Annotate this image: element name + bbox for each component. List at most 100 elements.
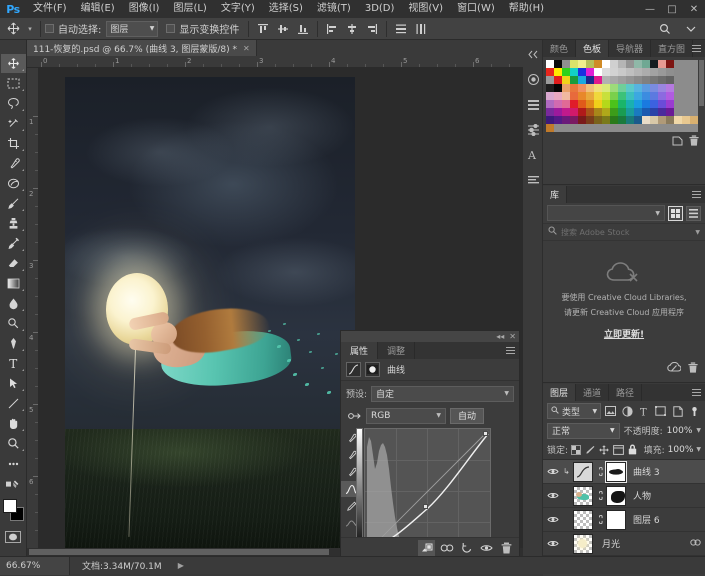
color-swatch[interactable] [554, 76, 562, 84]
color-swatch[interactable] [586, 60, 594, 68]
tab-paths[interactable]: 路径 [609, 384, 643, 401]
panel-title-bar[interactable]: ◂◂ ✕ [341, 331, 519, 342]
color-swatch[interactable] [594, 68, 602, 76]
color-swatch[interactable] [690, 124, 698, 132]
color-swatch[interactable] [634, 68, 642, 76]
chevron-down-icon[interactable]: ▼ [696, 427, 701, 434]
collapse-icon[interactable]: ◂◂ [496, 332, 504, 341]
color-swatch[interactable] [642, 76, 650, 84]
color-swatch[interactable] [618, 124, 626, 132]
history-rail-icon[interactable] [523, 94, 543, 115]
layer-list[interactable]: ↳ 曲线 3 人物 图层 6 月光 [543, 459, 705, 556]
tool-brush[interactable] [1, 194, 26, 213]
tool-crop[interactable] [1, 134, 26, 153]
swatch-grid-wrapper[interactable] [543, 57, 705, 132]
color-swatch[interactable] [674, 124, 682, 132]
color-swatch[interactable] [546, 116, 554, 124]
color-swatch[interactable] [682, 124, 690, 132]
align-right-edges-icon[interactable] [363, 20, 381, 38]
menu-layer[interactable]: 图层(L) [166, 0, 213, 18]
color-swatch[interactable] [554, 84, 562, 92]
color-swatch[interactable] [634, 108, 642, 116]
auto-select-checkbox[interactable] [45, 24, 54, 33]
fill-value[interactable]: 100% [668, 445, 694, 455]
layer-name[interactable]: 图层 6 [633, 513, 660, 526]
zoom-level-field[interactable]: 66.67% [0, 556, 70, 575]
color-swatch[interactable] [610, 76, 618, 84]
color-swatch[interactable] [570, 76, 578, 84]
tool-move[interactable] [0, 54, 26, 73]
table-row[interactable]: 图层 6 [543, 508, 705, 532]
color-swatch[interactable] [642, 108, 650, 116]
tool-hand[interactable] [1, 414, 26, 433]
color-swatch[interactable] [546, 100, 554, 108]
color-swatch[interactable] [610, 100, 618, 108]
tab-adjustments[interactable]: 调整 [378, 342, 416, 359]
color-swatch[interactable] [570, 124, 578, 132]
maximize-button[interactable]: □ [661, 0, 683, 18]
layer-mask-icon[interactable] [365, 362, 380, 377]
tool-type[interactable]: T [1, 354, 26, 373]
color-swatch[interactable] [586, 108, 594, 116]
color-swatch[interactable] [602, 108, 610, 116]
color-swatch[interactable] [594, 84, 602, 92]
auto-select-scope-dropdown[interactable]: 图层 ▼ [106, 20, 159, 37]
layer-mask-thumbnail[interactable] [605, 460, 627, 483]
color-swatch[interactable] [642, 68, 650, 76]
color-swatch[interactable] [682, 108, 690, 116]
color-swatch[interactable] [594, 108, 602, 116]
minimize-button[interactable]: — [639, 0, 661, 18]
shape-filter-icon[interactable] [654, 403, 668, 419]
blend-mode-dropdown[interactable]: 正常 ▼ [547, 422, 620, 439]
chevron-down-icon[interactable]: ▼ [696, 446, 701, 453]
color-swatch[interactable] [642, 60, 650, 68]
color-swatch[interactable] [626, 100, 634, 108]
adjustments-rail-icon[interactable] [523, 119, 543, 140]
tool-path-selection[interactable] [1, 374, 26, 393]
grid-view-icon[interactable] [668, 205, 683, 221]
color-swatch[interactable] [546, 108, 554, 116]
color-swatch[interactable] [658, 60, 666, 68]
color-swatch[interactable] [626, 76, 634, 84]
color-swatch[interactable] [674, 68, 682, 76]
lock-artboard-icon[interactable] [612, 443, 624, 456]
lock-image-pixels-icon[interactable] [585, 443, 596, 456]
color-swatch[interactable] [618, 108, 626, 116]
color-swatch[interactable] [626, 60, 634, 68]
table-row[interactable]: 人物 [543, 484, 705, 508]
color-swatch-control[interactable] [1, 498, 26, 524]
color-swatch[interactable] [570, 84, 578, 92]
color-swatch[interactable] [626, 68, 634, 76]
color-swatch[interactable] [690, 108, 698, 116]
table-row[interactable]: 月光 [543, 532, 705, 556]
workspace-switcher-icon[interactable] [682, 20, 700, 38]
adjustment-filter-icon[interactable] [621, 403, 635, 419]
menu-edit[interactable]: 编辑(E) [74, 0, 122, 18]
swatch-grid[interactable] [546, 60, 702, 132]
color-swatch[interactable] [658, 84, 666, 92]
color-swatch[interactable] [666, 60, 674, 68]
tool-edit-toolbar[interactable] [1, 474, 26, 493]
color-swatch[interactable] [610, 108, 618, 116]
color-swatch[interactable] [546, 84, 554, 92]
link-indicator-icon[interactable] [595, 515, 604, 524]
layer-thumbnail[interactable] [573, 485, 593, 506]
color-swatch[interactable] [682, 68, 690, 76]
layer-effects-icon[interactable] [690, 538, 701, 550]
curve-point-white[interactable] [483, 431, 488, 436]
tool-lasso[interactable] [1, 94, 26, 113]
color-swatch[interactable] [610, 84, 618, 92]
color-swatch[interactable] [618, 100, 626, 108]
color-swatch[interactable] [578, 108, 586, 116]
menu-help[interactable]: 帮助(H) [502, 0, 551, 18]
color-swatch[interactable] [626, 124, 634, 132]
color-swatch[interactable] [562, 76, 570, 84]
color-swatch[interactable] [674, 60, 682, 68]
color-swatch[interactable] [594, 92, 602, 100]
color-swatch[interactable] [546, 76, 554, 84]
move-tool-icon[interactable] [2, 19, 24, 39]
color-swatch[interactable] [666, 124, 674, 132]
auto-button[interactable]: 自动 [450, 407, 485, 424]
tool-gradient[interactable] [1, 274, 26, 293]
color-swatch[interactable] [658, 108, 666, 116]
